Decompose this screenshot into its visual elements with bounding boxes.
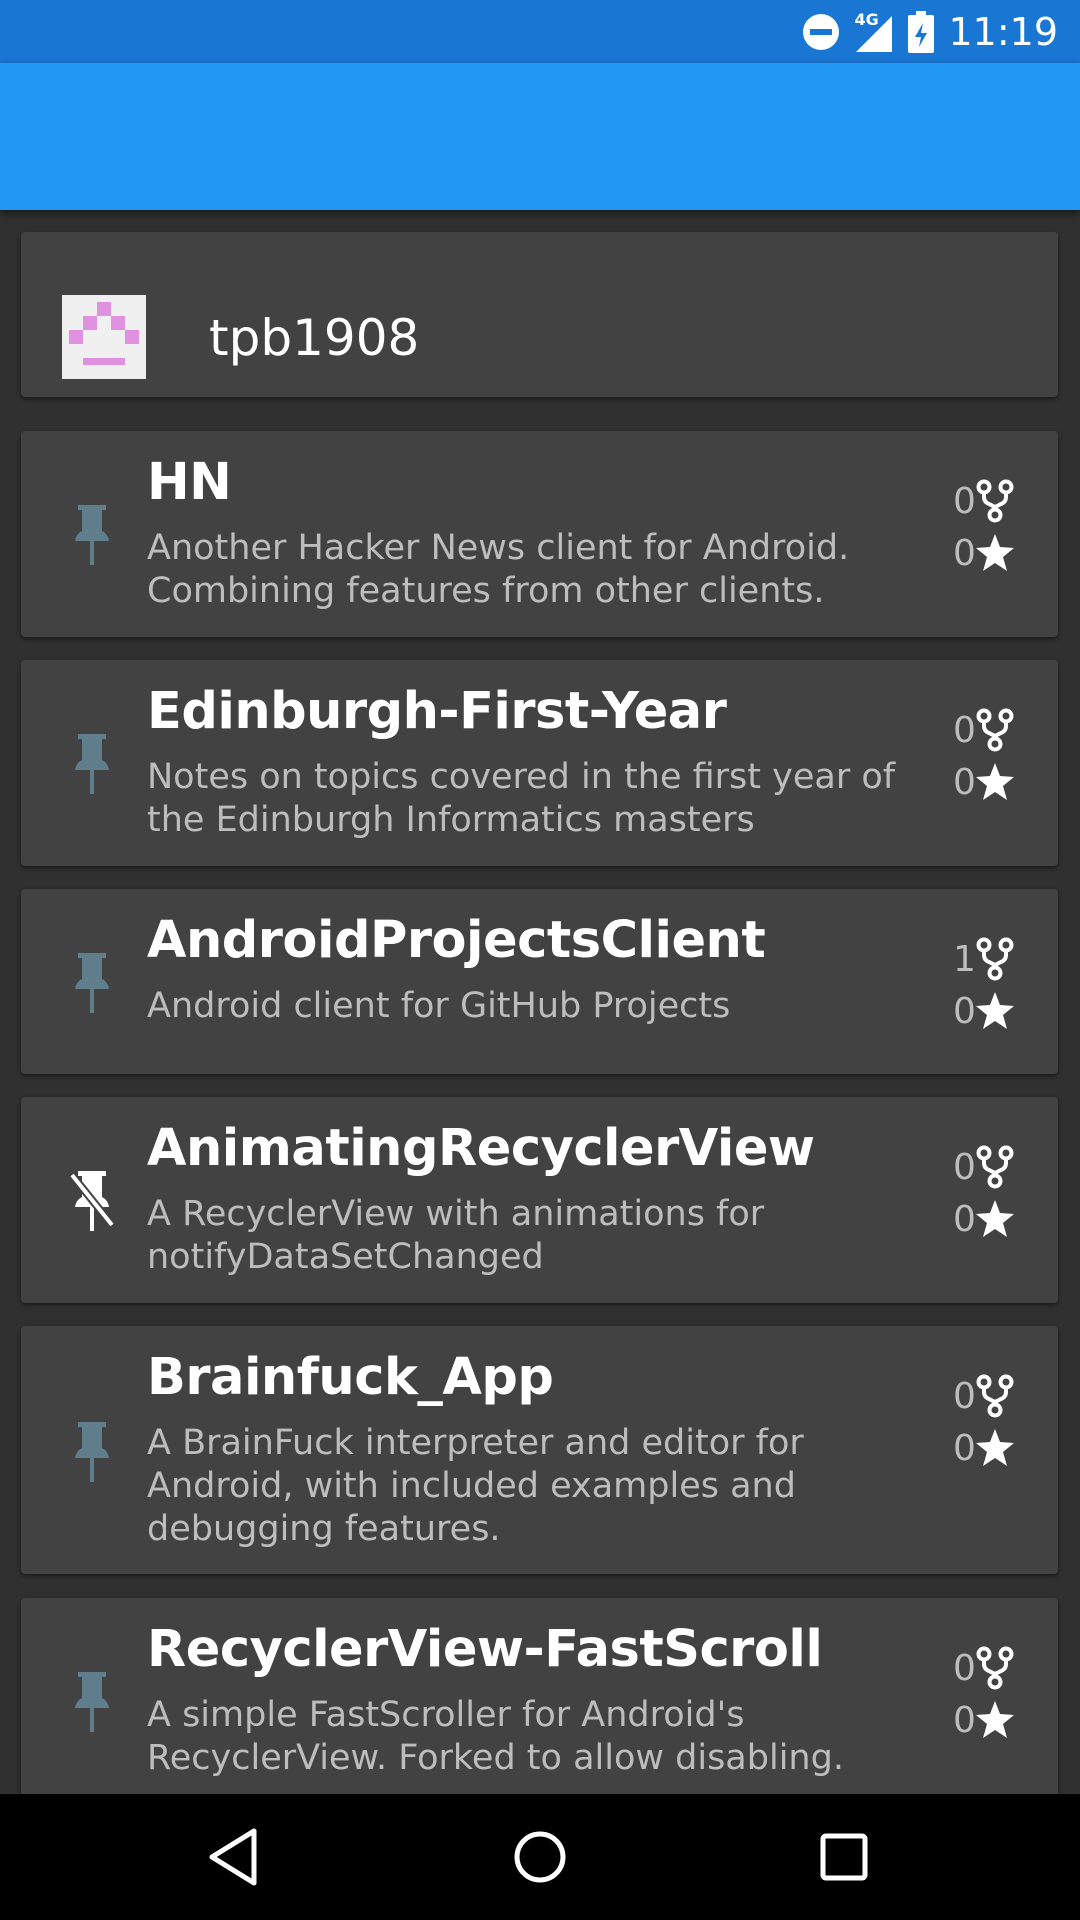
repo-card[interactable]: RecyclerView-FastScroll A simple FastScr… xyxy=(21,1598,1058,1794)
repo-card[interactable]: Brainfuck_App A BrainFuck interpreter an… xyxy=(21,1326,1058,1574)
back-icon[interactable] xyxy=(196,1819,272,1895)
repo-list-scroll[interactable]: tpb1908 HN Another Hacker News client fo… xyxy=(0,210,1080,1794)
navigation-bar xyxy=(0,1794,1080,1920)
fork-count: 0 xyxy=(953,480,976,522)
repo-name: HN xyxy=(147,453,232,512)
repo-card[interactable]: AndroidProjectsClient Android client for… xyxy=(21,889,1058,1074)
pin-icon[interactable] xyxy=(69,1668,115,1734)
star-icon xyxy=(975,1197,1015,1241)
star-stat: 0 xyxy=(953,1194,1015,1244)
repo-card[interactable]: AnimatingRecyclerView A RecyclerView wit… xyxy=(21,1097,1058,1303)
repo-description: Android client for GitHub Projects xyxy=(147,986,731,1026)
recents-icon[interactable] xyxy=(806,1819,882,1895)
pin-icon[interactable] xyxy=(69,501,115,567)
repo-description: Another Hacker News client for Android. … xyxy=(147,528,850,611)
fork-icon xyxy=(975,708,1015,752)
star-icon xyxy=(975,1426,1015,1470)
star-count: 0 xyxy=(953,990,976,1032)
star-stat: 0 xyxy=(953,528,1015,578)
fork-stat: 0 xyxy=(953,1371,1015,1421)
star-stat: 0 xyxy=(953,986,1015,1036)
repo-description: A RecyclerView with animations for notif… xyxy=(147,1194,765,1277)
pin-icon[interactable] xyxy=(69,949,115,1015)
star-stat: 0 xyxy=(953,1695,1015,1745)
user-card[interactable]: tpb1908 xyxy=(21,232,1058,397)
status-icons: 4G 11:19 xyxy=(802,0,1058,63)
user-avatar xyxy=(62,295,146,379)
repo-description: A simple FastScroller for Android's Recy… xyxy=(147,1695,844,1778)
do-not-disturb-icon xyxy=(803,13,840,50)
home-icon[interactable] xyxy=(502,1819,578,1895)
fork-stat: 0 xyxy=(953,705,1015,755)
fork-icon xyxy=(975,1374,1015,1418)
repo-description: A BrainFuck interpreter and editor for A… xyxy=(147,1423,804,1549)
signal-icon: 4G xyxy=(854,10,894,54)
star-icon xyxy=(975,1698,1015,1742)
fork-stat: 0 xyxy=(953,476,1015,526)
star-stat: 0 xyxy=(953,1423,1015,1473)
fork-stat: 0 xyxy=(953,1643,1015,1693)
app-bar xyxy=(0,63,1080,210)
repo-name: Brainfuck_App xyxy=(147,1348,554,1407)
star-count: 0 xyxy=(953,761,976,803)
star-count: 0 xyxy=(953,532,976,574)
repo-card[interactable]: Edinburgh-First-Year Notes on topics cov… xyxy=(21,660,1058,866)
star-icon xyxy=(975,531,1015,575)
fork-count: 0 xyxy=(953,1647,976,1689)
username: tpb1908 xyxy=(209,309,420,367)
fork-count: 0 xyxy=(953,1146,976,1188)
fork-count: 0 xyxy=(953,709,976,751)
star-icon xyxy=(975,760,1015,804)
pin-off-icon[interactable] xyxy=(69,1167,115,1233)
fork-icon xyxy=(975,1646,1015,1690)
repo-name: AndroidProjectsClient xyxy=(147,911,766,970)
fork-stat: 0 xyxy=(953,1142,1015,1192)
star-icon xyxy=(975,989,1015,1033)
fork-icon xyxy=(975,1145,1015,1189)
repo-name: AnimatingRecyclerView xyxy=(147,1119,815,1178)
star-count: 0 xyxy=(953,1427,976,1469)
fork-count: 0 xyxy=(953,1375,976,1417)
star-count: 0 xyxy=(953,1198,976,1240)
repo-description: Notes on topics covered in the first yea… xyxy=(147,757,896,840)
fork-stat: 1 xyxy=(953,934,1015,984)
repo-card[interactable]: HN Another Hacker News client for Androi… xyxy=(21,431,1058,637)
pin-icon[interactable] xyxy=(69,730,115,796)
repo-name: Edinburgh-First-Year xyxy=(147,682,727,741)
pin-icon[interactable] xyxy=(69,1418,115,1484)
repo-name: RecyclerView-FastScroll xyxy=(147,1620,823,1679)
status-time: 11:19 xyxy=(948,9,1058,54)
battery-icon xyxy=(908,10,935,53)
fork-icon xyxy=(975,937,1015,981)
star-stat: 0 xyxy=(953,757,1015,807)
status-bar: 4G 11:19 xyxy=(0,0,1080,63)
star-count: 0 xyxy=(953,1699,976,1741)
fork-icon xyxy=(975,479,1015,523)
fork-count: 1 xyxy=(953,938,976,980)
